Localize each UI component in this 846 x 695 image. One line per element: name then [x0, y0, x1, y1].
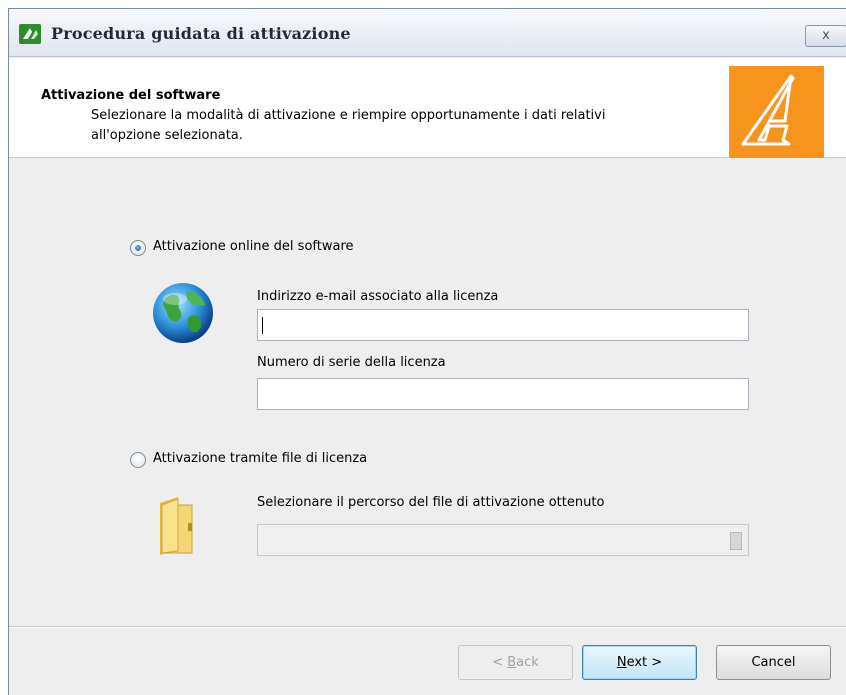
serial-label: Numero di serie della licenza	[257, 355, 446, 370]
window-title: Procedura guidata di attivazione	[51, 24, 351, 43]
app-icon	[19, 24, 41, 44]
page-subtitle-line2: all'opzione selezionata.	[91, 128, 243, 143]
back-button-label-post: ack	[516, 655, 539, 670]
wizard-header: Attivazione del software Selezionare la …	[9, 58, 846, 158]
folder-icon	[152, 493, 208, 557]
page-subtitle: Selezionare la modalità di attivazione e…	[91, 108, 606, 123]
file-activation-radio[interactable]	[130, 452, 146, 468]
next-button-accel: N	[616, 655, 627, 670]
close-button[interactable]: x	[805, 25, 846, 47]
globe-icon	[151, 281, 215, 345]
brand-logo	[729, 66, 824, 158]
email-label: Indirizzo e-mail associato alla licenza	[257, 289, 499, 304]
browse-file-button[interactable]	[730, 532, 742, 550]
back-button[interactable]: < Back	[458, 645, 573, 680]
next-button-label: ext >	[626, 655, 663, 670]
cancel-button[interactable]: Cancel	[716, 645, 831, 680]
page-title: Attivazione del software	[41, 88, 221, 103]
next-button[interactable]: Next >	[582, 645, 697, 680]
close-icon: x	[822, 28, 830, 43]
activation-wizard-window: Procedura guidata di attivazione x Attiv…	[8, 8, 846, 695]
serial-number-field[interactable]	[257, 378, 749, 410]
license-file-path-field[interactable]	[257, 524, 749, 556]
footer-separator	[9, 626, 846, 628]
file-activation-label[interactable]: Attivazione tramite file di licenza	[153, 451, 367, 466]
back-button-accel: B	[507, 655, 517, 670]
title-bar: Procedura guidata di attivazione x	[9, 9, 846, 57]
back-button-label-pre: <	[492, 655, 508, 670]
email-field[interactable]	[257, 309, 749, 341]
online-activation-label[interactable]: Attivazione online del software	[153, 239, 354, 254]
online-activation-radio[interactable]	[130, 240, 146, 256]
path-label: Selezionare il percorso del file di atti…	[257, 495, 605, 510]
text-caret	[262, 317, 263, 334]
